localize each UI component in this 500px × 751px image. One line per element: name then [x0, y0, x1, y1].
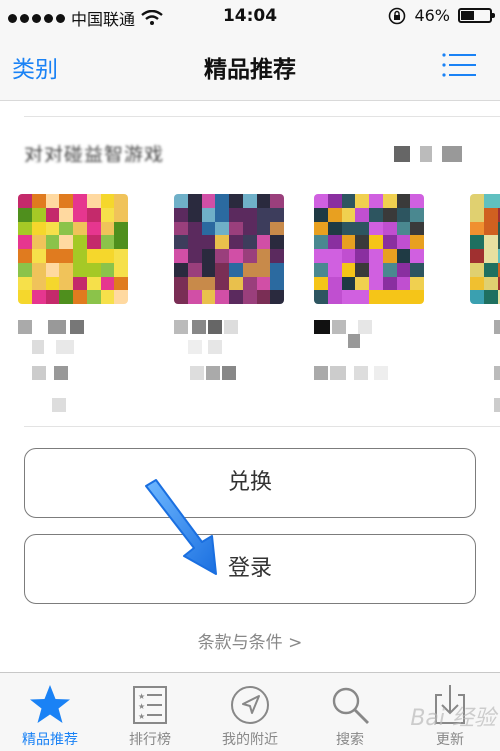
- app-info: [476, 318, 500, 414]
- battery-percent: 46%: [414, 6, 450, 25]
- terms-link[interactable]: 条款与条件 >: [0, 628, 500, 653]
- divider: [24, 116, 500, 117]
- tab-label: 搜索: [336, 732, 364, 748]
- tab-label: 精品推荐: [22, 732, 78, 748]
- tab-search[interactable]: 搜索: [300, 673, 400, 751]
- svg-text:★: ★: [138, 712, 145, 721]
- tab-featured[interactable]: 精品推荐: [0, 673, 100, 751]
- redeem-button[interactable]: 兑换: [24, 448, 476, 518]
- star-icon: [30, 685, 70, 723]
- svg-text:★: ★: [138, 692, 145, 701]
- navigation-bar: 类别 精品推荐: [0, 32, 500, 101]
- tab-label: 我的附近: [222, 732, 278, 748]
- login-button[interactable]: 登录: [24, 534, 476, 604]
- app-icon[interactable]: [18, 194, 128, 304]
- app-icon[interactable]: [314, 194, 424, 304]
- location-arrow-icon: [231, 686, 269, 724]
- svg-text:★: ★: [138, 702, 145, 711]
- list-icon[interactable]: [442, 52, 476, 78]
- app-info: [18, 318, 128, 414]
- divider: [24, 426, 500, 427]
- search-icon: [332, 687, 369, 724]
- rotation-lock-icon: [389, 7, 406, 24]
- app-info: [314, 318, 424, 414]
- tab-label: 更新: [436, 732, 464, 748]
- annotation-arrow-icon: [145, 479, 217, 575]
- see-all-link[interactable]: [394, 146, 478, 164]
- app-icon[interactable]: [174, 194, 284, 304]
- tab-charts[interactable]: ★ ★ ★ 排行榜: [100, 673, 200, 751]
- tab-nearby[interactable]: 我的附近: [200, 673, 300, 751]
- section-title: 对对碰益智游戏: [24, 144, 165, 162]
- watermark: Bai 经验: [410, 706, 496, 731]
- ranking-list-icon: ★★★: [133, 686, 167, 724]
- app-icon[interactable]: [470, 194, 500, 304]
- battery-icon: [458, 8, 495, 23]
- page-title: 精品推荐: [204, 57, 296, 83]
- app-info: [174, 318, 284, 414]
- status-bar: 中国联通 14:04 46%: [0, 0, 500, 32]
- tab-label: 排行榜: [129, 732, 171, 748]
